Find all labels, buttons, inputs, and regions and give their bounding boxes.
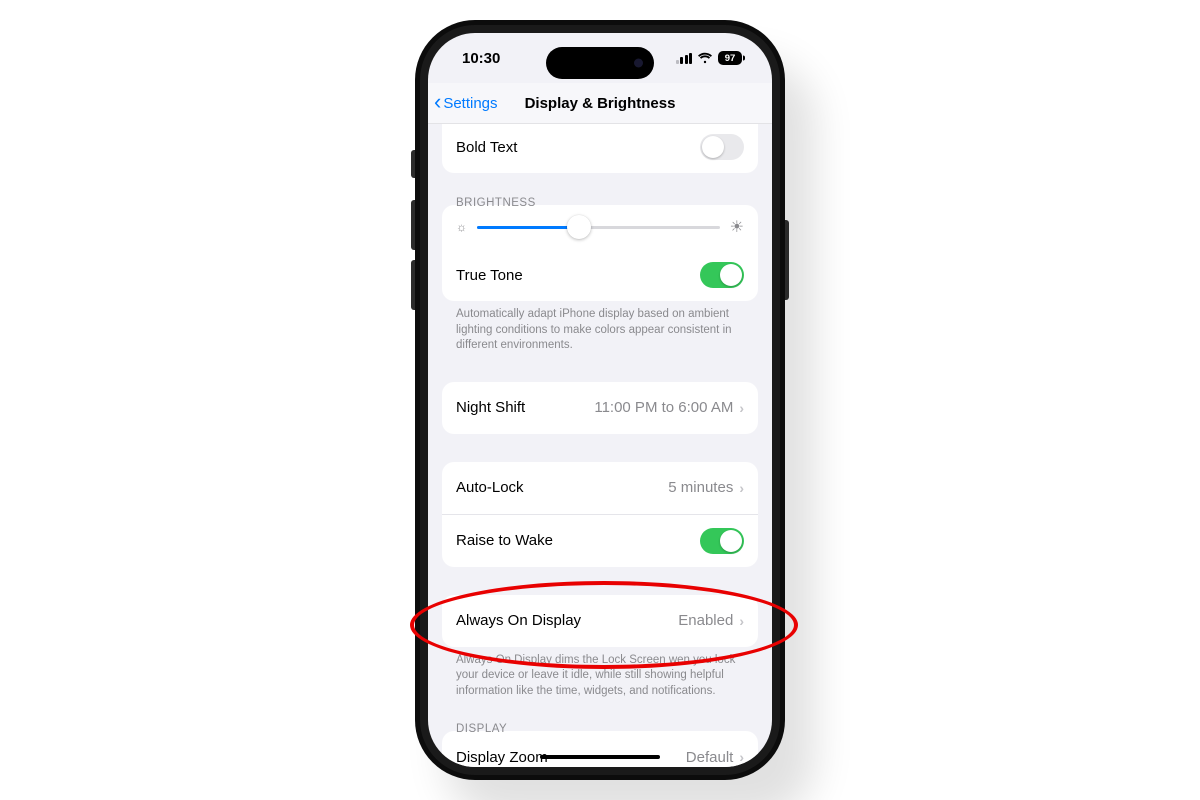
aod-label: Always On Display bbox=[456, 612, 581, 629]
display-zoom-label: Display Zoom bbox=[456, 749, 548, 766]
row-true-tone[interactable]: True Tone bbox=[442, 249, 758, 301]
row-always-on-display[interactable]: Always On Display Enabled › bbox=[442, 595, 758, 647]
toggle-true-tone[interactable] bbox=[700, 262, 744, 288]
row-display-zoom[interactable]: Display Zoom Default › bbox=[442, 731, 758, 767]
chevron-right-icon: › bbox=[739, 400, 744, 416]
back-button[interactable]: ‹ Settings bbox=[428, 93, 498, 113]
status-time: 10:30 bbox=[462, 50, 500, 67]
auto-lock-label: Auto-Lock bbox=[456, 479, 524, 496]
chevron-right-icon: › bbox=[739, 613, 744, 629]
toggle-bold-text[interactable] bbox=[700, 134, 744, 160]
row-raise-to-wake[interactable]: Raise to Wake bbox=[442, 514, 758, 567]
raise-to-wake-label: Raise to Wake bbox=[456, 532, 553, 549]
wifi-icon bbox=[697, 52, 713, 64]
group-brightness: ☼ ☀ True Tone bbox=[442, 205, 758, 301]
nav-bar: ‹ Settings Display & Brightness bbox=[428, 83, 772, 124]
row-night-shift[interactable]: Night Shift 11:00 PM to 6:00 AM › bbox=[442, 382, 758, 434]
screen: 10:30 97 ‹ Settings bbox=[428, 33, 772, 767]
dynamic-island bbox=[546, 47, 654, 79]
chevron-left-icon: ‹ bbox=[434, 91, 441, 113]
battery-level: 97 bbox=[725, 53, 736, 64]
row-auto-lock[interactable]: Auto-Lock 5 minutes › bbox=[442, 462, 758, 514]
auto-lock-detail: 5 minutes bbox=[668, 479, 733, 496]
aod-detail: Enabled bbox=[678, 612, 733, 629]
sun-bright-icon: ☀ bbox=[730, 217, 744, 237]
home-indicator[interactable] bbox=[540, 755, 660, 760]
group-lock: Auto-Lock 5 minutes › Raise to Wake bbox=[442, 462, 758, 567]
row-bold-text[interactable]: Bold Text bbox=[442, 123, 758, 173]
row-brightness-slider[interactable]: ☼ ☀ bbox=[442, 205, 758, 249]
night-shift-label: Night Shift bbox=[456, 399, 525, 416]
sun-dim-icon: ☼ bbox=[456, 220, 467, 234]
display-zoom-detail: Default bbox=[686, 749, 734, 766]
chevron-right-icon: › bbox=[739, 749, 744, 765]
battery-icon: 97 bbox=[718, 51, 742, 65]
back-label: Settings bbox=[443, 95, 497, 112]
footer-aod: Always On Display dims the Lock Screen w… bbox=[456, 653, 744, 700]
brightness-slider[interactable] bbox=[477, 226, 720, 229]
night-shift-detail: 11:00 PM to 6:00 AM bbox=[594, 399, 733, 416]
cellular-signal-icon bbox=[676, 53, 693, 64]
group-appearance-tail: Bold Text bbox=[442, 123, 758, 173]
chevron-right-icon: › bbox=[739, 480, 744, 496]
group-always-on-display: Always On Display Enabled › bbox=[442, 595, 758, 647]
footer-true-tone: Automatically adapt iPhone display based… bbox=[456, 307, 744, 354]
group-display: Display Zoom Default › bbox=[442, 731, 758, 767]
toggle-raise-to-wake[interactable] bbox=[700, 528, 744, 554]
bold-text-label: Bold Text bbox=[456, 139, 517, 156]
group-night-shift: Night Shift 11:00 PM to 6:00 AM › bbox=[442, 382, 758, 434]
true-tone-label: True Tone bbox=[456, 267, 523, 284]
settings-content[interactable]: Bold Text BRIGHTNESS ☼ ☀ bbox=[428, 123, 772, 767]
